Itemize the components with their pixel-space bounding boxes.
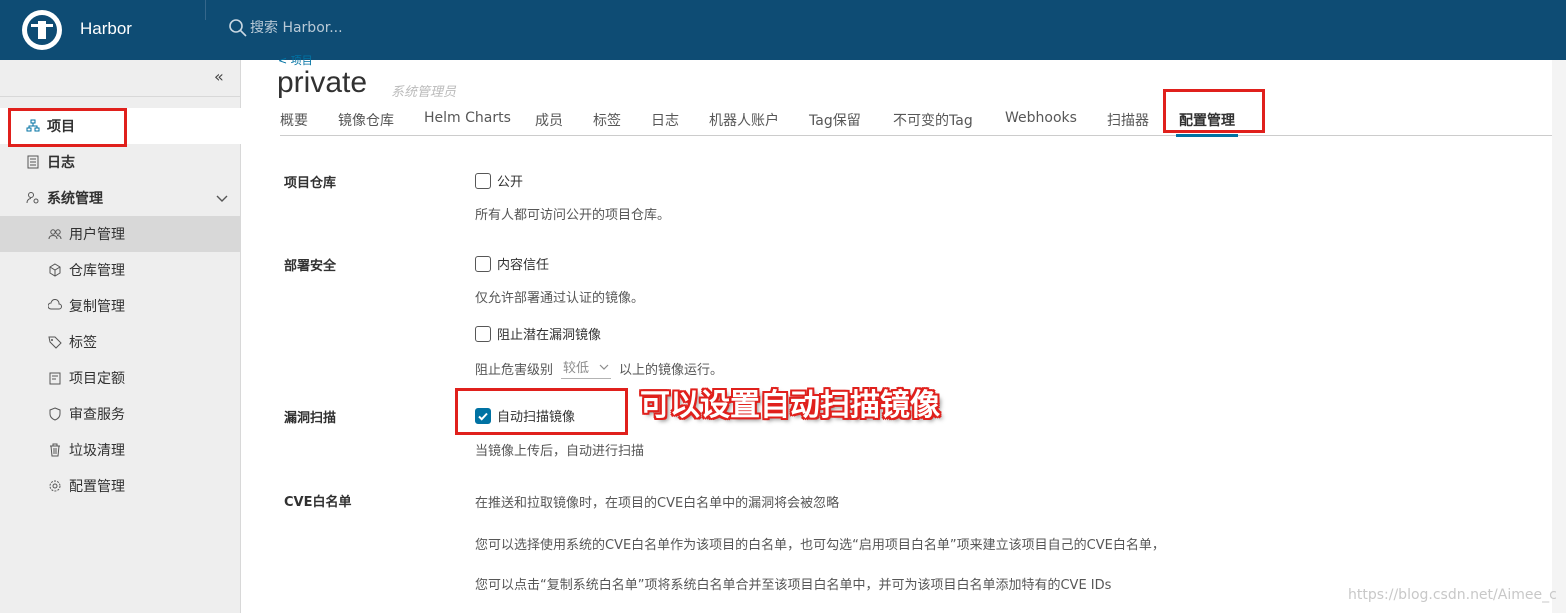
page-title: private xyxy=(277,66,368,99)
section-vulnerability-scanning: 漏洞扫描 xyxy=(284,411,337,426)
chevron-down-icon[interactable] xyxy=(215,191,229,205)
users-icon xyxy=(47,226,63,242)
tab-summary[interactable]: 概要 xyxy=(280,110,308,130)
sidebar-divider xyxy=(0,96,241,97)
content-trust-label[interactable]: 内容信任 xyxy=(497,254,549,273)
sidebar-item-admin[interactable]: 系统管理 xyxy=(0,180,241,216)
content-trust-row[interactable]: 内容信任 xyxy=(475,254,549,273)
auto-scan-description: 当镜像上传后，自动进行扫描 xyxy=(475,444,645,459)
role-badge: 系统管理员 xyxy=(391,85,457,100)
sidebar-item-label: 日志 xyxy=(47,155,75,171)
sidebar-item-label: 仓库管理 xyxy=(69,263,125,279)
cve-description-3: 您可以点击“复制系统白名单”项将系统白名单合并至该项目白名单中，并可为该项目白名… xyxy=(475,578,1112,593)
sidebar-item-label: 复制管理 xyxy=(69,299,125,315)
chevron-down-icon xyxy=(599,364,609,370)
tab-logs[interactable]: 日志 xyxy=(651,110,679,130)
tab-scanner[interactable]: 扫描器 xyxy=(1107,110,1149,130)
sidebar-item-label: 系统管理 xyxy=(47,191,103,207)
sidebar-item-label: 审查服务 xyxy=(69,407,125,423)
log-icon xyxy=(25,154,41,170)
sidebar-item-logs[interactable]: 日志 xyxy=(0,144,241,180)
annotation-box-auto-scan xyxy=(455,388,628,435)
trash-icon xyxy=(47,442,63,458)
sidebar-item-label: 标签 xyxy=(69,335,97,351)
sidebar-item-configuration[interactable]: 配置管理 xyxy=(0,468,241,504)
public-checkbox-row[interactable]: 公开 xyxy=(475,171,523,190)
tab-labels[interactable]: 标签 xyxy=(593,110,621,130)
public-description: 所有人都可访问公开的项目仓库。 xyxy=(475,208,671,223)
tag-icon xyxy=(47,334,63,350)
section-deployment-security: 部署安全 xyxy=(284,259,337,274)
severity-prefix: 阻止危害级别 xyxy=(475,362,554,378)
public-checkbox-label[interactable]: 公开 xyxy=(497,171,523,190)
global-search[interactable] xyxy=(228,18,470,38)
tab-webhooks[interactable]: Webhooks xyxy=(1005,110,1077,126)
sidebar-item-replication[interactable]: 复制管理 xyxy=(0,288,241,324)
severity-suffix: 以上的镜像运行。 xyxy=(619,362,724,378)
prevent-vulnerable-row[interactable]: 阻止潜在漏洞镜像 xyxy=(475,324,601,343)
severity-row: 阻止危害级别 较低 以上的镜像运行。 xyxy=(475,357,723,379)
sidebar-item-label: 项目定额 xyxy=(69,371,125,387)
public-checkbox[interactable] xyxy=(475,172,491,189)
search-icon xyxy=(229,19,247,37)
sidebar-item-users[interactable]: 用户管理 xyxy=(0,216,241,252)
content-trust-checkbox[interactable] xyxy=(475,255,491,272)
tab-tag-retention[interactable]: Tag保留 xyxy=(809,110,861,130)
sidebar-item-quotas[interactable]: 项目定额 xyxy=(0,360,241,396)
active-tab-indicator xyxy=(1176,134,1238,137)
tab-robot-accounts[interactable]: 机器人账户 xyxy=(709,110,779,130)
sidebar-item-label: 用户管理 xyxy=(69,227,125,243)
sidebar-item-gc[interactable]: 垃圾清理 xyxy=(0,432,241,468)
tab-repositories[interactable]: 镜像仓库 xyxy=(338,110,394,130)
cve-description-2: 您可以选择使用系统的CVE白名单作为该项目的白名单，也可勾选“启用项目白名单”项… xyxy=(475,538,1165,553)
annotation-box-projects xyxy=(8,108,127,147)
sidebar-item-label: 垃圾清理 xyxy=(69,443,125,459)
section-cve-allowlist: CVE白名单 xyxy=(284,495,352,510)
section-project-registry: 项目仓库 xyxy=(284,176,337,191)
sidebar-item-labels[interactable]: 标签 xyxy=(0,324,241,360)
cve-description-1: 在推送和拉取镜像时，在项目的CVE白名单中的漏洞将会被忽略 xyxy=(475,496,840,511)
collapse-sidebar-icon[interactable]: « xyxy=(214,67,224,86)
registry-icon xyxy=(47,262,63,278)
tab-members[interactable]: 成员 xyxy=(535,110,563,130)
annotation-text: 可以设置自动扫描镜像 xyxy=(640,388,940,423)
sidebar-item-interrogation[interactable]: 审查服务 xyxy=(0,396,241,432)
admin-icon xyxy=(25,190,41,206)
top-header: Harbor xyxy=(0,0,1566,60)
sidebar-item-registries[interactable]: 仓库管理 xyxy=(0,252,241,288)
severity-select[interactable]: 较低 xyxy=(561,357,612,379)
search-input[interactable] xyxy=(250,20,470,36)
watermark: https://blog.csdn.net/Aimee_c xyxy=(1348,587,1557,603)
harbor-logo-icon[interactable] xyxy=(22,10,62,50)
project-tabs: 概要 镜像仓库 Helm Charts 成员 标签 日志 机器人账户 Tag保留… xyxy=(280,102,1566,137)
header-divider xyxy=(205,0,206,20)
gear-icon xyxy=(47,478,63,494)
brand-name[interactable]: Harbor xyxy=(80,19,132,39)
replication-icon xyxy=(47,298,63,314)
severity-value: 较低 xyxy=(563,361,590,376)
shield-icon xyxy=(47,406,63,422)
prevent-vulnerable-label[interactable]: 阻止潜在漏洞镜像 xyxy=(497,324,601,343)
sidebar-item-label: 配置管理 xyxy=(69,479,125,495)
scrollbar[interactable] xyxy=(1552,60,1566,613)
tab-helm-charts[interactable]: Helm Charts xyxy=(424,110,511,126)
annotation-box-config-tab xyxy=(1163,89,1265,133)
tab-immutable-tags[interactable]: 不可变的Tag xyxy=(893,110,973,130)
prevent-vulnerable-checkbox[interactable] xyxy=(475,325,491,342)
quota-icon xyxy=(47,370,63,386)
content-trust-description: 仅允许部署通过认证的镜像。 xyxy=(475,291,645,306)
